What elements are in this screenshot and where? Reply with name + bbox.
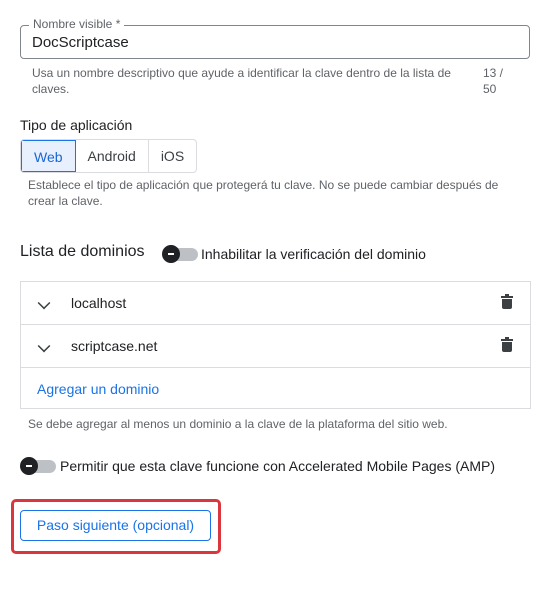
chevron-down-icon[interactable] [37,339,51,353]
next-step-button[interactable]: Paso siguiente (opcional) [20,510,211,541]
display-name-label: Nombre visible * [29,16,125,32]
domain-list: localhost scriptcase.net Agregar un domi… [20,281,531,409]
delete-icon[interactable] [501,337,513,352]
chevron-down-icon[interactable] [37,296,51,310]
display-name-value[interactable]: DocScriptcase [32,34,129,51]
char-counter-current: 13 / [483,66,504,80]
delete-icon[interactable] [501,294,513,309]
app-type-title: Tipo de aplicación [20,117,133,133]
domain-list-hint: Se debe agregar al menos un dominio a la… [28,417,448,431]
app-type-android-button[interactable]: Android [76,140,149,172]
toggle-off-icon [20,457,38,475]
app-type-hint: Establece el tipo de aplicación que prot… [28,178,499,208]
app-type-ios-button[interactable]: iOS [149,140,196,172]
domain-row: scriptcase.net [21,325,530,368]
domain-name: scriptcase.net [71,338,158,354]
domain-name: localhost [71,295,127,311]
display-name-field[interactable]: Nombre visible * DocScriptcase [20,16,530,59]
toggle-off-icon [162,245,180,263]
amp-toggle[interactable] [20,457,56,475]
app-type-web-button[interactable]: Web [21,140,76,172]
app-type-segmented-control: Web Android iOS [20,139,198,173]
display-name-hint: Usa un nombre descriptivo que ayude a id… [32,66,451,96]
add-domain-link[interactable]: Agregar un dominio [37,381,159,397]
disable-domain-verification-label: Inhabilitar la verificación del dominio [201,246,426,262]
disable-domain-verification-toggle[interactable] [162,245,198,263]
amp-toggle-label: Permitir que esta clave funcione con Acc… [60,458,495,474]
domain-list-title: Lista de dominios [20,243,145,260]
char-counter-max: 50 [483,82,497,96]
domain-row: localhost [21,282,530,325]
